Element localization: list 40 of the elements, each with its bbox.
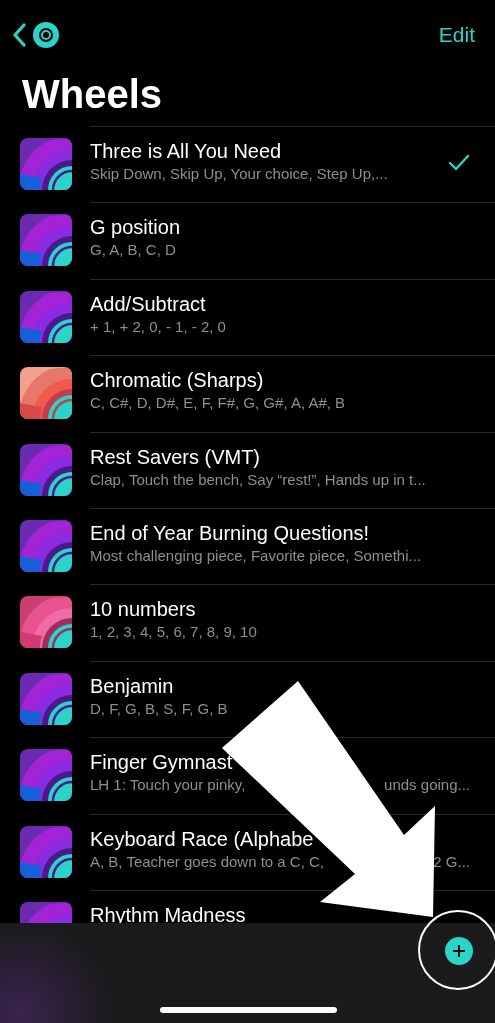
wheel-title: Keyboard Race (Alphabe: [90, 826, 315, 852]
edit-button[interactable]: Edit: [438, 23, 475, 47]
wheel-icon: [20, 749, 72, 802]
wheel-items: Skip Down, Skip Up, Your choice, Step Up,...: [90, 164, 388, 184]
wheel-title: Benjamin: [90, 673, 175, 699]
wheel-title: Rhythm Madness: [90, 902, 247, 928]
wheel-icon: [20, 596, 72, 649]
wheel-icon: [20, 138, 72, 190]
wheel-title: Rest Savers (VMT): [90, 444, 262, 470]
wheel-items: unds going...: [384, 775, 470, 796]
wheel-title: Add/Subtract: [90, 291, 207, 317]
wheel-items: D, F, G, B, S, F, G, B: [90, 698, 228, 719]
page-title: Wheels: [22, 71, 164, 118]
wheel-icon: [20, 443, 72, 496]
wheel-icon: [20, 290, 72, 343]
wheel-items: + 1, + 2, 0, - 1, - 2, 0: [90, 316, 226, 337]
wheel-icon: [20, 519, 72, 572]
wheel-items: G, A, B, C, D: [90, 240, 176, 261]
target-icon[interactable]: [32, 21, 60, 49]
back-icon[interactable]: [12, 23, 26, 47]
wheel-items: Most challenging piece, Favorite piece, Somethi...: [90, 545, 421, 566]
add-button[interactable]: [445, 937, 473, 965]
wheel-items: 2 G...: [433, 851, 470, 872]
wheel-title: Three is All You Need: [90, 139, 283, 164]
checkmark-icon: [448, 154, 470, 172]
wheel-items: 1, 2, 3, 4, 5, 6, 7, 8, 9, 10: [90, 622, 257, 643]
wheel-title: G position: [90, 215, 182, 241]
wheel-title: Finger Gymnast: [90, 750, 234, 776]
wheel-items: Clap, Touch the bench, Say “rest!”, Hands up in t...: [90, 469, 426, 490]
wheel-icon: [20, 672, 72, 725]
wheel-title: 10 numbers: [90, 597, 197, 623]
wheel-title: Chromatic (Sharps): [90, 368, 265, 394]
wheel-items: C, C#, D, D#, E, F, F#, G, G#, A, A#, B: [90, 393, 346, 414]
wheel-items: LH 1: Touch your pinky,: [90, 775, 246, 796]
wheel-items: A, B, Teacher goes down to a C, C,: [90, 851, 325, 872]
wheel-icon: [20, 214, 72, 267]
wheel-icon: [20, 825, 72, 878]
wheel-icon: [20, 367, 72, 420]
wheel-title: End of Year Burning Questions!: [90, 520, 371, 546]
plus-icon: [452, 944, 466, 958]
